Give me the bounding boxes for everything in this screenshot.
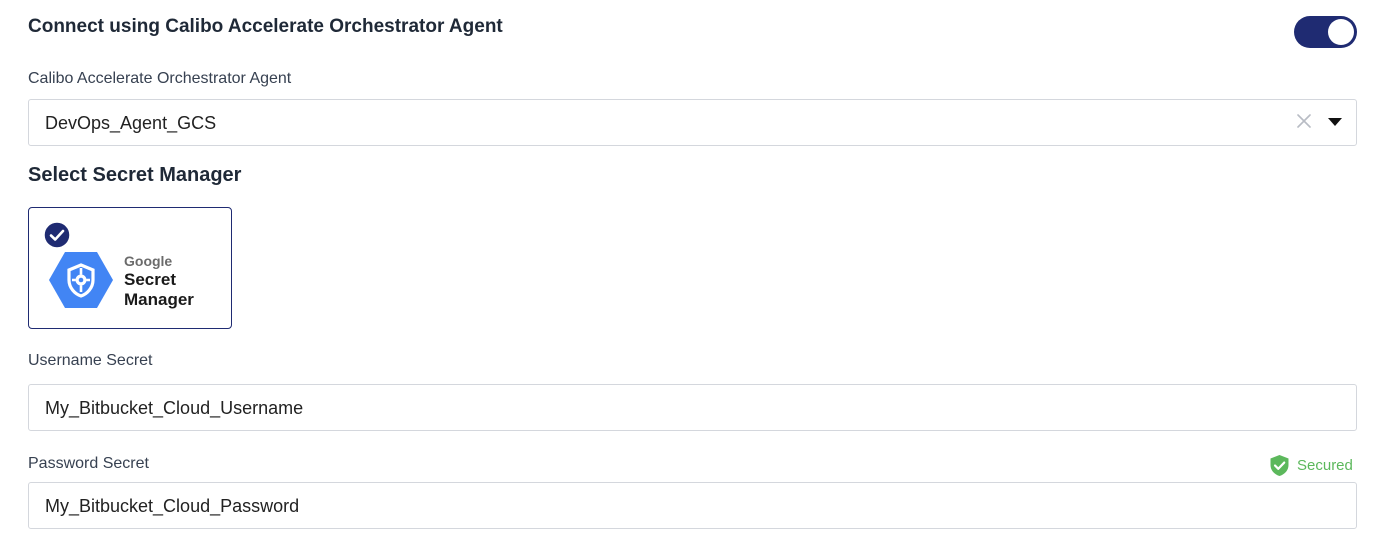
google-secret-manager-option[interactable]: Google Secret Manager bbox=[28, 207, 232, 329]
agent-select[interactable]: DevOps_Agent_GCS bbox=[28, 99, 1357, 146]
caret-down-icon[interactable] bbox=[1327, 117, 1343, 127]
password-secret-input[interactable]: My_Bitbucket_Cloud_Password bbox=[28, 482, 1357, 529]
brand-name-label: Secret Manager bbox=[124, 270, 194, 309]
username-secret-input[interactable]: My_Bitbucket_Cloud_Username bbox=[28, 384, 1357, 431]
brand-small-label: Google bbox=[124, 253, 173, 269]
agent-connect-title: Connect using Calibo Accelerate Orchestr… bbox=[28, 16, 503, 37]
secured-status-label: Secured bbox=[1297, 456, 1353, 474]
google-secret-manager-icon bbox=[49, 252, 113, 308]
check-circle-icon bbox=[43, 221, 71, 249]
toggle-knob bbox=[1328, 19, 1354, 45]
password-field-label: Password Secret bbox=[28, 455, 149, 472]
password-secret-value: My_Bitbucket_Cloud_Password bbox=[45, 496, 300, 516]
secret-manager-title: Select Secret Manager bbox=[28, 164, 242, 186]
close-icon[interactable] bbox=[1294, 111, 1314, 131]
agent-field-label: Calibo Accelerate Orchestrator Agent bbox=[28, 70, 292, 87]
secured-status: Secured bbox=[1269, 453, 1353, 477]
agent-select-value: DevOps_Agent_GCS bbox=[45, 113, 217, 133]
username-field-label: Username Secret bbox=[28, 352, 153, 369]
agent-connect-toggle[interactable] bbox=[1294, 16, 1357, 48]
shield-check-icon bbox=[1270, 454, 1289, 476]
username-secret-value: My_Bitbucket_Cloud_Username bbox=[45, 398, 304, 418]
connection-settings-panel: Connect using Calibo Accelerate Orchestr… bbox=[0, 0, 1394, 543]
